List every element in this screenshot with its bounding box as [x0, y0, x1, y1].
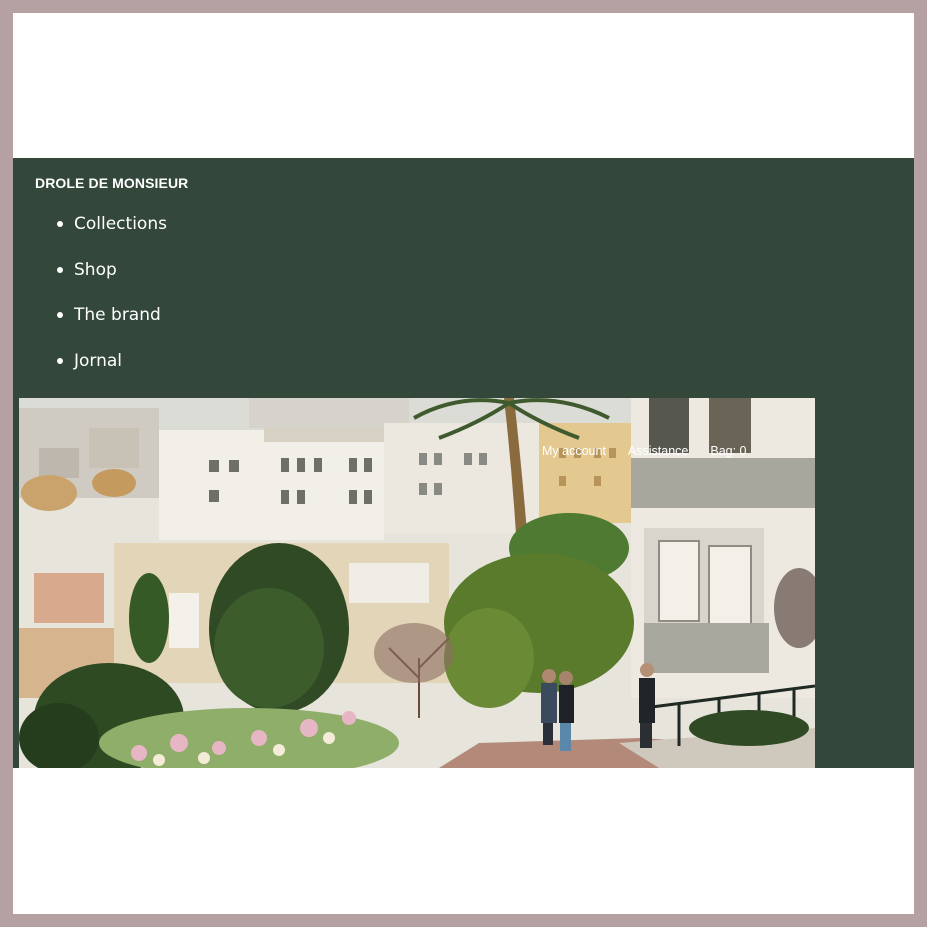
nav-item-collections[interactable]: Collections: [56, 214, 167, 260]
nav-item-journal[interactable]: Jornal: [56, 351, 167, 397]
bag-link[interactable]: Bag: 0: [710, 444, 746, 458]
bullet-icon: [57, 266, 63, 273]
my-account-link[interactable]: My account: [542, 444, 606, 458]
nav-item-shop[interactable]: Shop: [56, 260, 167, 306]
nav-item-label: The brand: [74, 305, 161, 325]
nav-item-label: Shop: [74, 259, 117, 280]
bullet-icon: [57, 312, 63, 318]
utility-nav: My account Assistance Bag: 0: [542, 444, 747, 458]
site-header: DROLE DE MONSIEUR Collections Shop The b…: [13, 158, 914, 768]
hero-image: My account Assistance Bag: 0: [19, 398, 815, 768]
page: DROLE DE MONSIEUR Collections Shop The b…: [13, 13, 914, 914]
main-nav: Collections Shop The brand Jornal: [56, 214, 167, 396]
nav-item-label: Collections: [74, 214, 167, 234]
brand-logo[interactable]: DROLE DE MONSIEUR: [35, 175, 188, 191]
nav-item-the-brand[interactable]: The brand: [56, 305, 167, 351]
bullet-icon: [57, 221, 63, 227]
assistance-link[interactable]: Assistance: [628, 444, 688, 458]
bullet-icon: [57, 357, 63, 364]
nav-item-label: Jornal: [74, 350, 123, 371]
